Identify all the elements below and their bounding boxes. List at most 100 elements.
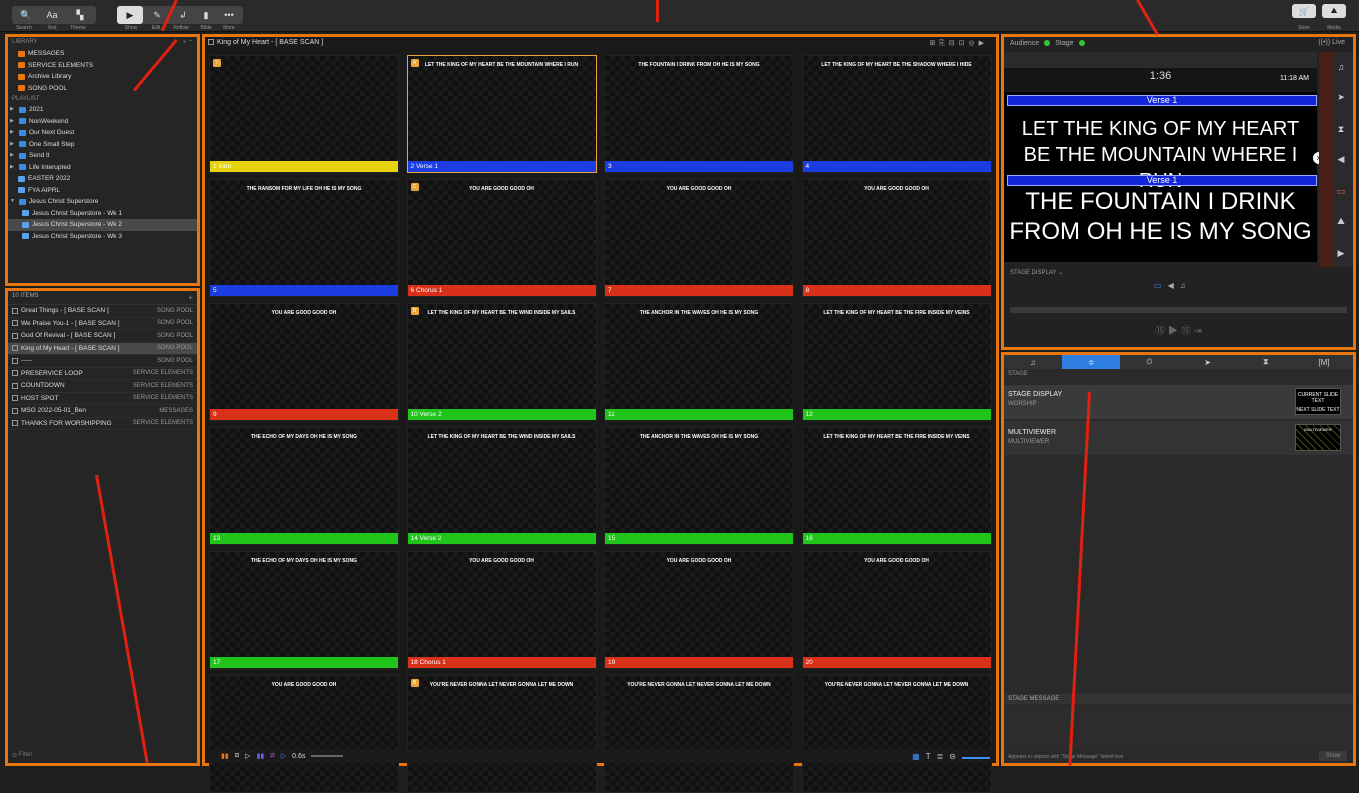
playlist-tree-item[interactable]: ▶ One Small Step [8,139,197,151]
slide-thumbnail[interactable]: LET THE KING OF MY HEART BE THE FIRE INS… [801,303,992,421]
reflow-icon[interactable]: ↲ [171,6,195,24]
slide-thumbnail[interactable]: B LET THE KING OF MY HEART BE THE WIND IN… [406,303,597,421]
send-icon[interactable]: ➤ [1335,92,1347,102]
disclosure-icon[interactable]: ▶ [10,127,16,139]
clear-slide-icon[interactable]: ⧄ [235,752,239,760]
tab-audio[interactable]: ♫ [1004,355,1062,369]
progress-bar[interactable] [1010,307,1347,313]
text-icon[interactable]: Aa [42,6,62,24]
slide-thumbnail[interactable]: THE RANSOM FOR MY LIFE OH HE IS MY SONG 5 [209,179,399,297]
disclosure-icon[interactable]: ▶ [10,150,16,162]
clear-messages-icon[interactable]: ▷ [281,752,286,760]
presentation-tools[interactable]: ⊞⎘⊟⊡◎▶ [929,39,988,48]
slide-thumbnail[interactable]: YOU ARE GOOD GOOD OH 7 [604,179,794,297]
theme-icon[interactable]: ▚ [70,6,90,24]
playlist-row[interactable]: COUNTDOWN SERVICE ELEMENTS [8,380,197,393]
stage-display-selector[interactable]: STAGE DISPLAY ⌄ [1010,269,1063,276]
tab-macros[interactable]: [M] [1295,355,1353,369]
playlist-tree-item[interactable]: FYA AIPRL [8,185,197,197]
stage-icon[interactable]: ▭ [1335,186,1347,196]
slide-thumbnail[interactable]: B YOU'RE NEVER GONNA LET NEVER GONNA LET … [406,675,597,793]
slide-thumbnail[interactable]: THE ECHO OF MY DAYS OH HE IS MY SONG 17 [209,551,399,669]
slide-thumbnail[interactable]: YOU ARE GOOD GOOD OH 20 [801,551,992,669]
slide-thumbnail[interactable]: YOU ARE GOOD GOOD OH 8 [801,179,992,297]
slide-thumbnail[interactable]: LET THE KING OF MY HEART BE THE FIRE INS… [801,427,992,545]
tab-timers[interactable]: ⏲ [1120,355,1178,369]
playlist-tree-item[interactable]: ▶ Send It [8,150,197,162]
library-add-button[interactable]: + ⌃ [179,37,197,48]
tab-props[interactable]: ⧗ [1237,355,1295,369]
media-icon[interactable]: ⛰ [1322,4,1346,18]
layers-icon[interactable]: ⧗ [1335,124,1347,134]
disclosure-icon[interactable]: ▶ [10,116,16,128]
store-icon[interactable]: 🛒 [1292,4,1316,18]
note-icon[interactable]: ♫ [1180,281,1186,290]
playlist-tree-item[interactable]: ▶ Life Interupted [8,162,197,174]
playlist-row[interactable]: God Of Revival - [ BASE SCAN ] SONG POOL [8,330,197,343]
zoom-slider[interactable] [962,757,990,759]
playlist-row[interactable]: We Praise You-1 - [ BASE SCAN ] SONG POOL [8,318,197,330]
filter-field[interactable]: ⊝ Filter [12,752,32,759]
display-icon[interactable]: ▭ [1154,281,1162,290]
slide-thumbnail[interactable]: I 1 Intro [209,55,399,173]
play-icon[interactable]: ▶ [117,6,143,24]
clear-props-icon[interactable]: ⧄ [270,752,274,760]
image-icon[interactable]: ⛰ [1335,216,1347,226]
slide-thumbnail[interactable]: THE ANCHOR IN THE WAVES OH HE IS MY SONG… [604,303,794,421]
video-icon[interactable]: ▶ [1335,248,1347,258]
slide-thumbnail[interactable]: YOU ARE GOOD GOOD OH 19 [604,551,794,669]
playlist-row[interactable]: HOST SPOT SERVICE ELEMENTS [8,393,197,405]
slide-thumbnail[interactable]: YOU ARE GOOD GOOD OH [209,675,399,793]
bible-icon[interactable]: ▮ [195,6,217,24]
playlist-add-button[interactable]: + [188,293,193,302]
slide-thumbnail[interactable]: LET THE KING OF MY HEART BE THE WIND INS… [406,427,597,545]
grid-view-icon[interactable]: ▦ [912,752,920,761]
playlist-tree-item[interactable]: Jesus Christ Superstore - Wk 3 [8,231,197,243]
playlist-tree-item[interactable]: EASTER 2022 [8,173,197,185]
library-item[interactable]: SONG POOL [8,83,197,95]
stage-label[interactable]: Stage [1055,40,1073,47]
playlist-row[interactable]: PRESERVICE LOOP SERVICE ELEMENTS [8,368,197,380]
clear-media-icon[interactable]: ▷ [245,752,250,760]
playlist-tree-item[interactable]: ▶ 2021 [8,104,197,116]
slide-thumbnail[interactable]: THE ECHO OF MY DAYS OH HE IS MY SONG 13 [209,427,399,545]
tab-stage[interactable]: ≑ [1062,355,1121,369]
disclosure-icon[interactable]: ▶ [10,104,16,116]
playlist-row[interactable]: Great Things - [ BASE SCAN ] SONG POOL [8,305,197,318]
playlist-tree-item[interactable]: Jesus Christ Superstore - Wk 2 [8,219,197,231]
playlist-tree-item[interactable]: ▶ Our Next Guest [8,127,197,139]
slide-thumbnail[interactable]: A LET THE KING OF MY HEART BE THE MOUNTAI… [406,55,597,173]
stage-layout-multiviewer[interactable]: MULTIVIEWER MULTIVIEWER MULTIVIEWER [1004,421,1353,455]
playlist-tree-item[interactable]: Jesus Christ Superstore - Wk 1 [8,208,197,220]
slide-thumbnail[interactable]: YOU'RE NEVER GONNA LET NEVER GONNA LET M… [801,675,992,793]
playlist-tree-item[interactable]: ▼ Jesus Christ Superstore [8,196,197,208]
slide-thumbnail[interactable]: C YOU ARE GOOD GOOD OH 6 Chorus 1 [406,179,597,297]
music-icon[interactable]: ♫ [1335,62,1347,72]
zoom-out-icon[interactable]: ⊝ [949,752,956,761]
slide-thumbnail[interactable]: THE ANCHOR IN THE WAVES OH HE IS MY SONG… [604,427,794,545]
disclosure-icon[interactable]: ▼ [10,196,16,208]
more-icon[interactable]: ••• [217,6,241,24]
clear-audio-icon[interactable]: ▮▮ [257,752,265,760]
announcement-icon[interactable]: ◀ [1335,154,1347,164]
slide-thumbnail[interactable]: THE FOUNTAIN I DRINK FROM OH HE IS MY SO… [604,55,794,173]
audience-label[interactable]: Audience [1010,40,1039,47]
transport-controls[interactable]: ⑮ ▶ ⑮ ⇥ [1004,322,1353,337]
slide-thumbnail[interactable]: YOU ARE GOOD GOOD OH 18 Chorus 1 [406,551,597,669]
playlist-row[interactable]: King of My Heart - [ BASE SCAN ] SONG POO… [8,342,197,355]
slide-thumbnail[interactable]: YOU'RE NEVER GONNA LET NEVER GONNA LET M… [604,675,794,793]
slide-thumbnail[interactable]: LET THE KING OF MY HEART BE THE SHADOW W… [801,55,992,173]
library-item[interactable]: Archive Library [8,71,197,83]
transition-time[interactable]: 0.6s [292,753,305,760]
library-item[interactable]: SERVICE ELEMENTS [8,60,197,72]
tab-messages[interactable]: ➤ [1179,355,1237,369]
stage-message-input[interactable] [1004,705,1353,749]
clear-layers-icon[interactable]: ▮▮ [221,752,229,760]
playlist-tree-item[interactable]: ▶ NonWeekend [8,116,197,128]
live-indicator[interactable]: ((•)) Live [1318,39,1345,46]
disclosure-icon[interactable]: ▶ [10,139,16,151]
speaker-icon[interactable]: ◀ [1168,281,1174,290]
text-view-icon[interactable]: T [926,752,931,761]
disclosure-icon[interactable]: ▶ [10,162,16,174]
search-icon[interactable]: 🔍 [16,6,36,24]
